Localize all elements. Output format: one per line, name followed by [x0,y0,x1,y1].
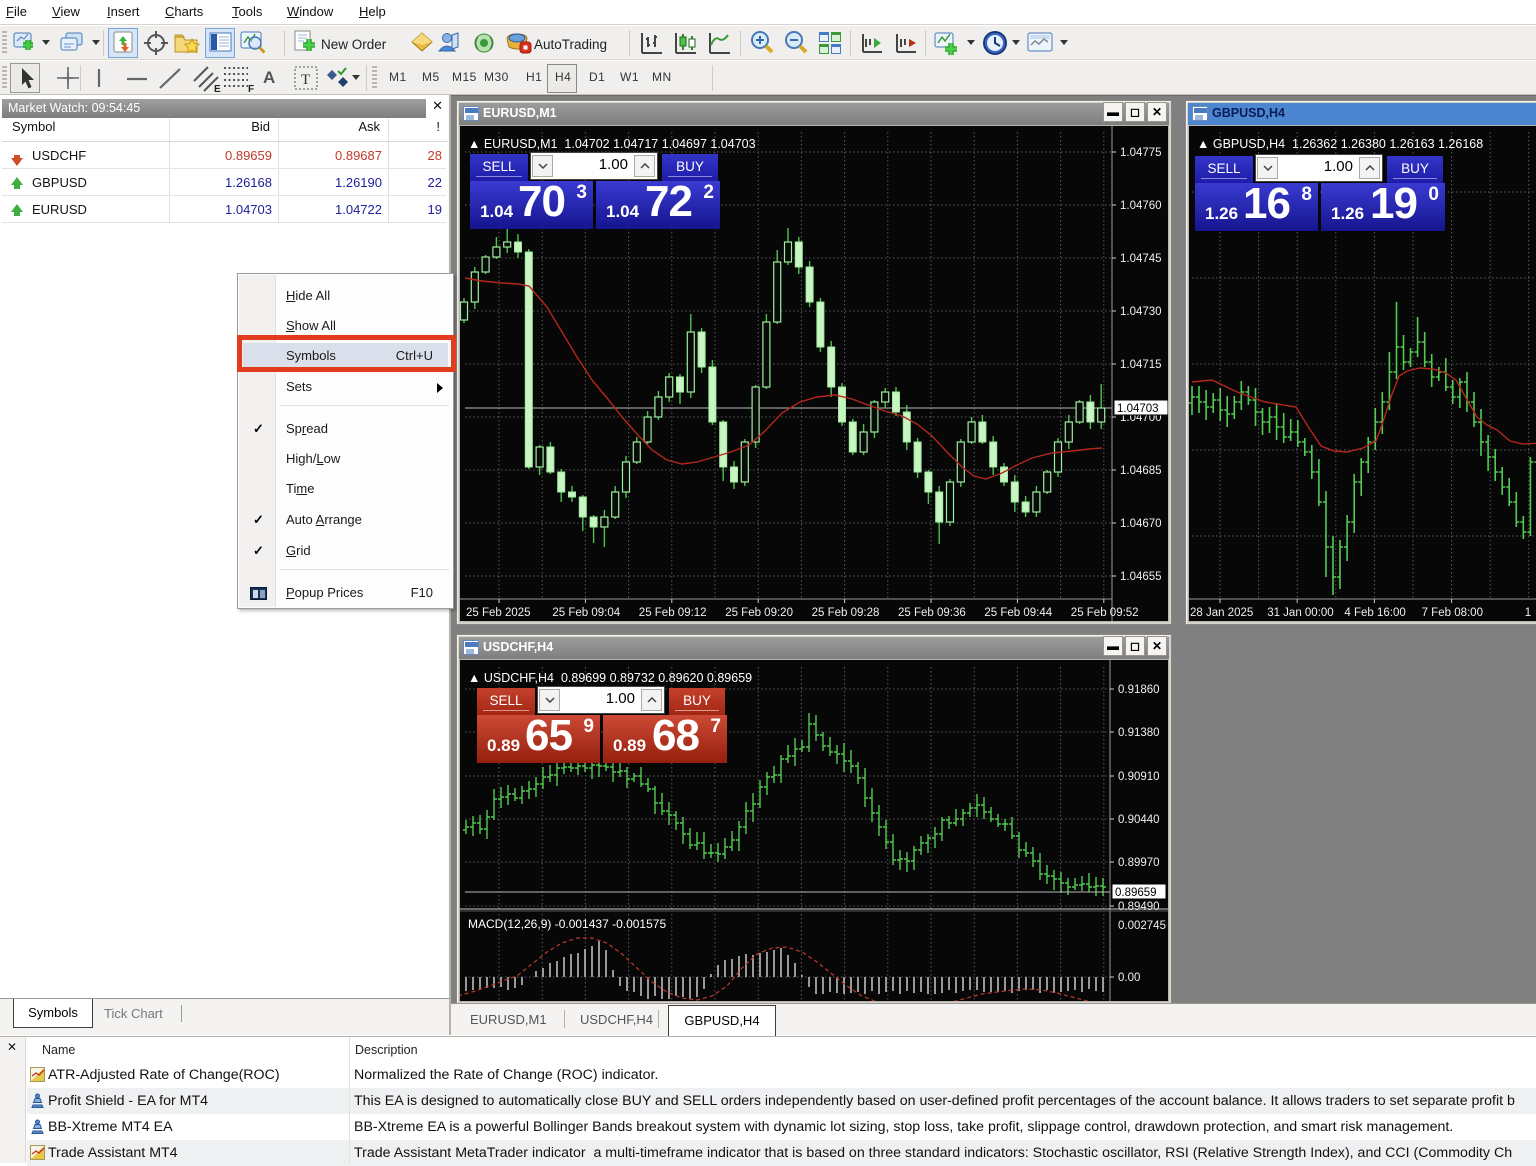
svg-text:25 Feb 09:28: 25 Feb 09:28 [812,607,880,619]
svg-text:4 Feb 16:00: 4 Feb 16:00 [1344,607,1405,619]
svg-text:25 Feb 2025: 25 Feb 2025 [466,607,531,619]
svg-text:F: F [248,84,254,93]
svg-text:25 Feb 09:20: 25 Feb 09:20 [725,607,793,619]
svg-text:25 Feb 09:04: 25 Feb 09:04 [552,607,620,619]
svg-text:0.89490: 0.89490 [1118,901,1160,913]
svg-text:T: T [301,72,310,88]
svg-text:E: E [214,84,221,93]
svg-text:0.89659: 0.89659 [1115,887,1157,899]
svg-text:0.002745: 0.002745 [1118,920,1166,932]
svg-text:0.89970: 0.89970 [1118,857,1160,869]
svg-text:0.91380: 0.91380 [1118,727,1160,739]
svg-text:1.04730: 1.04730 [1120,306,1162,318]
svg-text:25 Feb 09:12: 25 Feb 09:12 [639,607,707,619]
svg-text:0.90440: 0.90440 [1118,814,1160,826]
svg-text:28 Jan 2025: 28 Jan 2025 [1190,607,1253,619]
svg-text:1.04685: 1.04685 [1120,465,1162,477]
svg-text:0.00: 0.00 [1118,972,1140,984]
svg-text:1.04745: 1.04745 [1120,253,1162,265]
svg-text:0.91860: 0.91860 [1118,684,1160,696]
svg-text:25 Feb 09:36: 25 Feb 09:36 [898,607,966,619]
svg-text:0.90910: 0.90910 [1118,771,1160,783]
svg-text:25 Feb 09:44: 25 Feb 09:44 [984,607,1052,619]
svg-text:31 Jan 00:00: 31 Jan 00:00 [1267,607,1334,619]
svg-text:1.04703: 1.04703 [1117,403,1159,415]
svg-text:25 Feb 09:52: 25 Feb 09:52 [1071,607,1139,619]
svg-text:1.04760: 1.04760 [1120,200,1162,212]
svg-text:7 Feb 08:00: 7 Feb 08:00 [1422,607,1483,619]
svg-text:1.04655: 1.04655 [1120,571,1162,583]
svg-text:1: 1 [1525,607,1531,619]
svg-text:1.04775: 1.04775 [1120,147,1162,159]
svg-text:1.04670: 1.04670 [1120,518,1162,530]
svg-text:1.04715: 1.04715 [1120,359,1162,371]
